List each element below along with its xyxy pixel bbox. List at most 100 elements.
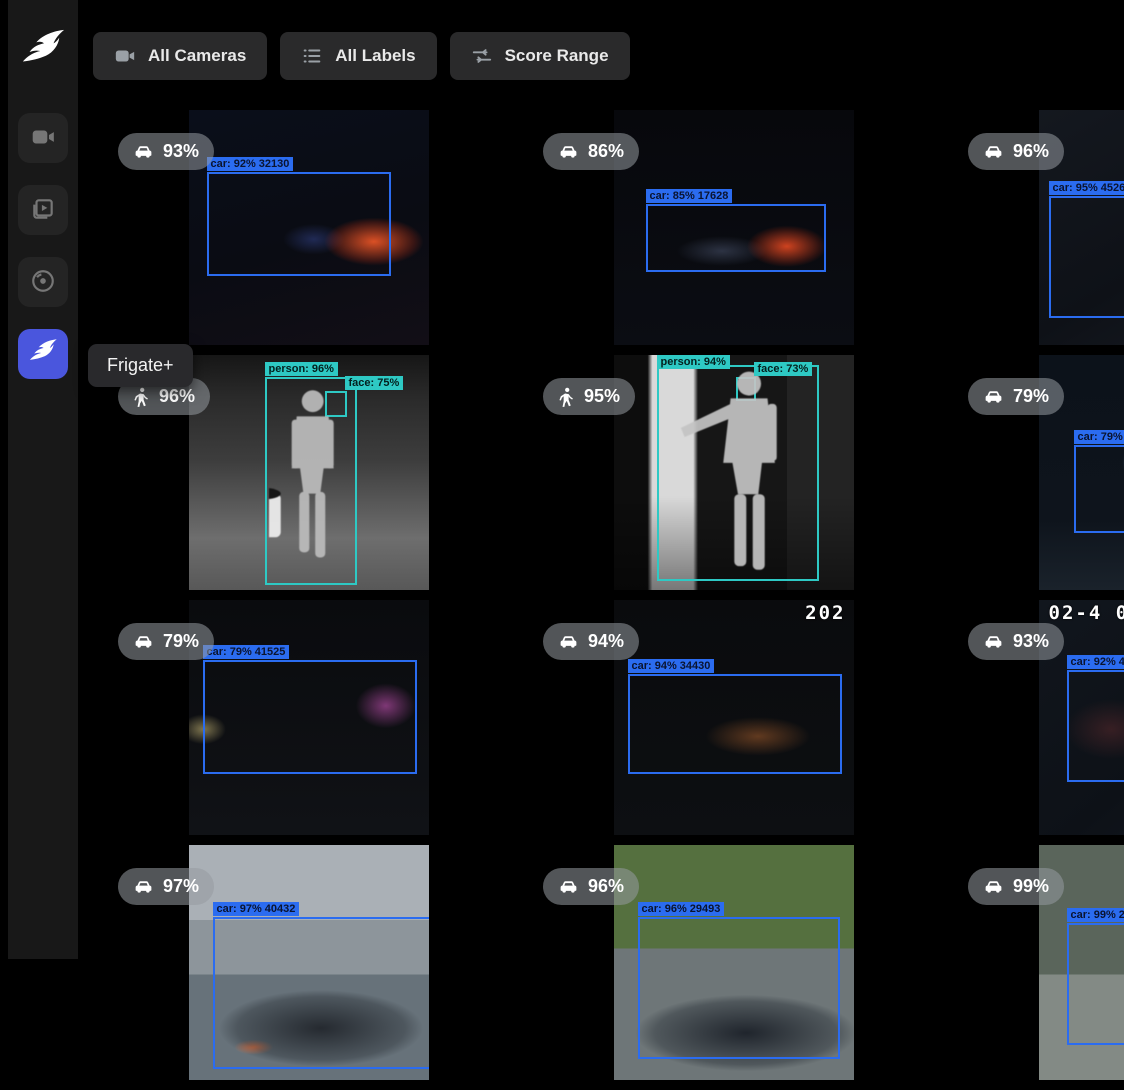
- car-icon: [983, 876, 1004, 897]
- person-silhouette: [661, 367, 815, 579]
- detection-bounding-box: [1049, 196, 1124, 318]
- detection-label-chip: face: 75%: [345, 376, 404, 390]
- score-badge: 96%: [968, 133, 1064, 170]
- detection-label-chip: car: 85% 17628: [646, 189, 733, 203]
- frigate-plus-tooltip: Frigate+: [88, 344, 193, 387]
- car-icon: [133, 141, 154, 162]
- sidebar-item-export[interactable]: [18, 257, 68, 307]
- score-range-label: Score Range: [505, 46, 609, 66]
- score-badge: 96%: [543, 868, 639, 905]
- detection-bounding-box: [646, 204, 826, 272]
- detection-label-chip: face: 73%: [754, 362, 813, 376]
- score-badge: 93%: [968, 623, 1064, 660]
- detection-bounding-box: [1074, 445, 1124, 533]
- car-icon: [983, 631, 1004, 652]
- car-icon: [558, 631, 579, 652]
- snapshot-card[interactable]: car: 95% 45260 96%: [946, 110, 1124, 345]
- sidebar-nav: [8, 113, 78, 379]
- detection-bounding-box: [207, 172, 391, 276]
- score-value: 96%: [588, 876, 624, 897]
- score-value: 86%: [588, 141, 624, 162]
- score-value: 93%: [1013, 631, 1049, 652]
- detection-label-chip: person: 96%: [265, 362, 338, 376]
- camera-timestamp-fragment: 202: [805, 602, 845, 624]
- score-value: 95%: [584, 386, 620, 407]
- score-value: 79%: [1013, 386, 1049, 407]
- snapshot-card[interactable]: car: 79% 79%: [946, 355, 1124, 590]
- snapshot-card[interactable]: person: 94% face: 73% 95%: [521, 355, 946, 590]
- all-labels-filter-button[interactable]: All Labels: [280, 32, 436, 80]
- snapshot-card[interactable]: car: 85% 17628 86%: [521, 110, 946, 345]
- detection-bounding-box: [203, 660, 417, 774]
- score-badge: 93%: [118, 133, 214, 170]
- snapshot-card[interactable]: car: 97% 40432 97%: [96, 845, 521, 1080]
- all-cameras-filter-button[interactable]: All Cameras: [93, 32, 267, 80]
- snapshot-image: car: 96% 29493: [614, 845, 854, 1080]
- score-badge: 79%: [968, 378, 1064, 415]
- score-badge: 94%: [543, 623, 639, 660]
- score-badge: 99%: [968, 868, 1064, 905]
- camera-icon: [114, 45, 136, 67]
- detection-label-chip: person: 94%: [657, 355, 730, 369]
- detection-label-chip: car: 97% 40432: [213, 902, 300, 916]
- detection-bounding-box: [213, 917, 429, 1069]
- score-badge: 97%: [118, 868, 214, 905]
- score-value: 93%: [163, 141, 199, 162]
- snapshot-card[interactable]: 202 car: 94% 34430 94%: [521, 600, 946, 835]
- score-badge: 95%: [543, 378, 635, 415]
- snapshot-card[interactable]: car: 99% 25 99%: [946, 845, 1124, 1080]
- snapshot-grid: car: 92% 32130 93% car: 85% 17628 86% car: 9…: [96, 110, 1124, 1090]
- sidebar-item-review[interactable]: [18, 185, 68, 235]
- car-icon: [983, 141, 1004, 162]
- car-icon: [558, 876, 579, 897]
- person-icon: [558, 387, 575, 407]
- snapshot-image: car: 97% 40432: [189, 845, 429, 1080]
- car-icon: [133, 631, 154, 652]
- disc-icon: [30, 268, 56, 297]
- frigate-bird-icon: [28, 338, 58, 371]
- detection-label-chip: car: 79%: [1074, 430, 1124, 444]
- score-value: 99%: [1013, 876, 1049, 897]
- main-content: All Cameras All Labels Score Range car: …: [78, 0, 1124, 959]
- score-range-filter-button[interactable]: Score Range: [450, 32, 630, 80]
- snapshot-image: person: 96% face: 75%: [189, 355, 429, 590]
- detection-label-chip: car: 92% 4218: [1067, 655, 1124, 669]
- snapshot-card[interactable]: car: 96% 2949396%: [521, 845, 946, 1080]
- score-badge: 86%: [543, 133, 639, 170]
- detection-label-chip: car: 79% 41525: [203, 645, 290, 659]
- sliders-icon: [471, 45, 493, 67]
- snapshot-image: car: 85% 17628: [614, 110, 854, 345]
- snapshot-image: person: 94% face: 73%: [614, 355, 854, 590]
- detection-label-chip: car: 99% 25: [1067, 908, 1124, 922]
- score-value: 79%: [163, 631, 199, 652]
- car-icon: [558, 141, 579, 162]
- camera-icon: [30, 124, 56, 153]
- score-value: 94%: [588, 631, 624, 652]
- car-icon: [983, 386, 1004, 407]
- review-icon: [30, 196, 56, 225]
- car-icon: [133, 876, 154, 897]
- snapshot-card[interactable]: 02-4 03 0 car: 92% 4218 93%: [946, 600, 1124, 835]
- sidebar: [0, 0, 78, 959]
- camera-timestamp-fragment: 02-4 03 0: [1049, 602, 1124, 624]
- score-value: 97%: [163, 876, 199, 897]
- sidebar-item-live[interactable]: [18, 113, 68, 163]
- sidebar-item-frigate-plus[interactable]: [18, 329, 68, 379]
- detection-bounding-box: [638, 917, 840, 1059]
- person-silhouette: [269, 379, 353, 583]
- snapshot-image: car: 79% 41525: [189, 600, 429, 835]
- detection-bounding-box: [1067, 670, 1124, 782]
- score-value: 96%: [159, 386, 195, 407]
- snapshot-card[interactable]: car: 79% 41525 79%: [96, 600, 521, 835]
- score-value: 96%: [1013, 141, 1049, 162]
- list-icon: [301, 45, 323, 67]
- filter-toolbar: All Cameras All Labels Score Range: [93, 32, 630, 80]
- snapshot-card[interactable]: car: 92% 32130 93%: [96, 110, 521, 345]
- detection-label-chip: car: 95% 45260: [1049, 181, 1124, 195]
- detection-bounding-box: [1067, 923, 1124, 1045]
- snapshot-card[interactable]: person: 96% face: 75% 96%: [96, 355, 521, 590]
- detection-label-chip: car: 94% 34430: [628, 659, 715, 673]
- detection-label-chip: car: 92% 32130: [207, 157, 294, 171]
- snapshot-image: 202 car: 94% 34430: [614, 600, 854, 835]
- detection-bounding-box: [628, 674, 842, 774]
